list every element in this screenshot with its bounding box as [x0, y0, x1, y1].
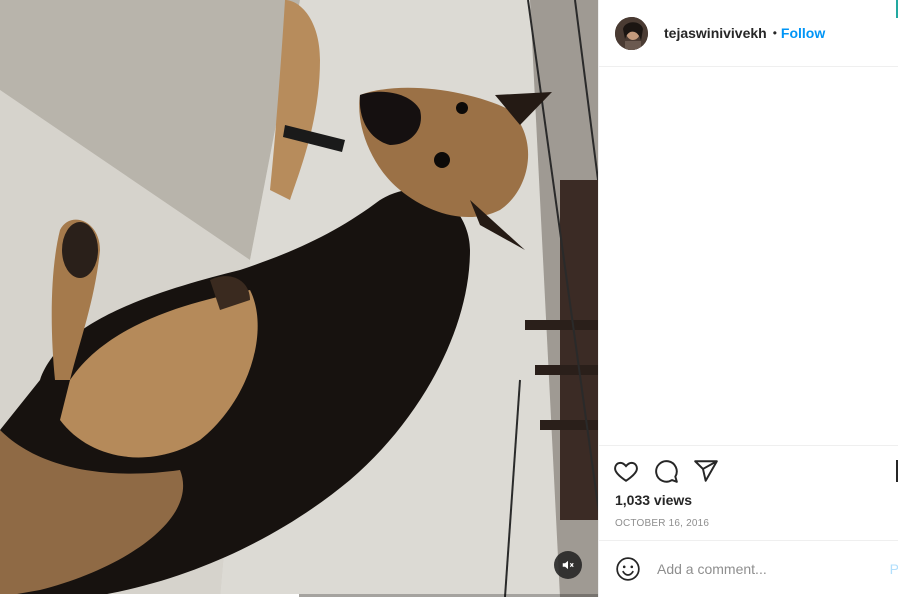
heart-icon — [614, 461, 638, 482]
share-icon — [694, 460, 718, 482]
add-comment-bar: P — [599, 540, 898, 597]
post-actions-section: 1,033 views OCTOBER 16, 2016 — [599, 445, 898, 540]
view-count[interactable]: 1,033 views — [615, 492, 692, 508]
post-header: tejaswinivivekh • Follow — [599, 0, 898, 67]
comment-input[interactable] — [655, 560, 855, 578]
smiley-icon[interactable] — [615, 556, 641, 582]
comment-icon — [655, 460, 678, 483]
follow-button[interactable]: Follow — [781, 25, 825, 41]
profile-photo-icon — [615, 16, 648, 50]
post-comment-button[interactable]: P — [890, 561, 898, 577]
video-frame-dog-image — [0, 0, 598, 597]
action-icon-row — [613, 458, 719, 484]
comments-list — [599, 68, 898, 444]
post-video[interactable] — [0, 0, 598, 597]
speaker-muted-icon — [562, 560, 574, 570]
username-link[interactable]: tejaswinivivekh — [664, 25, 767, 41]
avatar[interactable] — [615, 16, 648, 50]
separator-dot: • — [772, 26, 777, 40]
comment-button[interactable] — [653, 458, 679, 484]
share-button[interactable] — [693, 458, 719, 484]
mute-toggle-button[interactable] — [554, 551, 582, 579]
post-side-panel: tejaswinivivekh • Follow 1,033 views OCT… — [598, 0, 898, 597]
like-button[interactable] — [613, 458, 639, 484]
post-date[interactable]: OCTOBER 16, 2016 — [615, 518, 709, 529]
